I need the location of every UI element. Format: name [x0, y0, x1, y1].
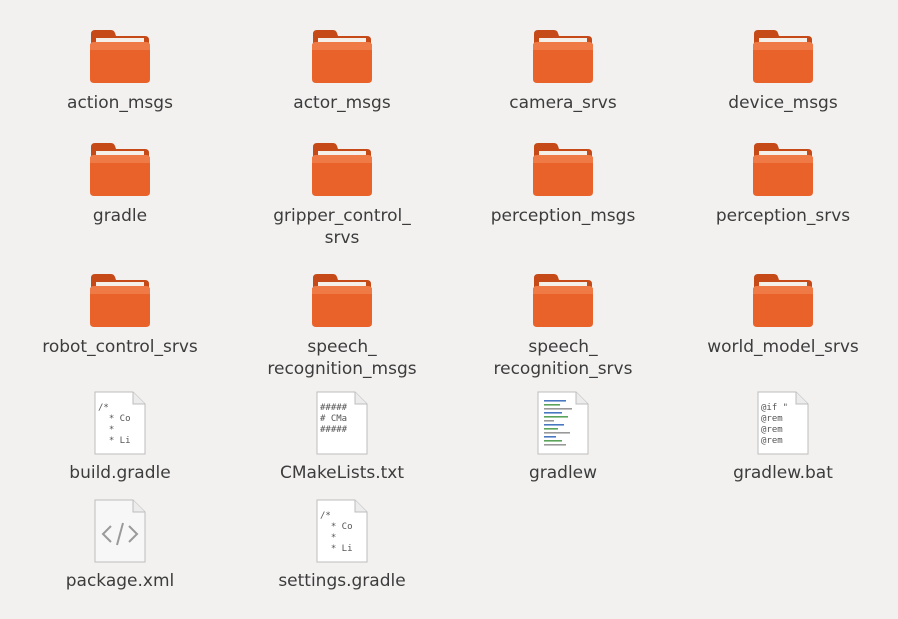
- file-grid: action_msgs actor_msgs camera_srvs devic…: [0, 0, 898, 619]
- file-item[interactable]: gradlew: [458, 390, 668, 484]
- file-name-label: device_msgs: [728, 93, 838, 113]
- folder-icon: [750, 133, 816, 199]
- file-name-label: perception_msgs: [490, 206, 636, 226]
- svg-text:* Co: * Co: [320, 522, 353, 532]
- file-name-label: build.gradle: [69, 463, 171, 483]
- svg-text:#####: #####: [320, 403, 348, 413]
- text-file-icon: /* * Co * * Li: [309, 498, 375, 564]
- file-name-label: speech_ recognition_msgs: [267, 337, 417, 379]
- file-name-label: perception_srvs: [715, 206, 851, 226]
- folder-icon: [87, 264, 153, 330]
- xml-file-icon: [87, 498, 153, 564]
- svg-text:* Li: * Li: [320, 544, 353, 554]
- file-item[interactable]: ##### # CMa ##### CMakeLists.txt: [237, 390, 447, 484]
- folder-item[interactable]: gripper_control_ srvs: [237, 133, 447, 249]
- svg-text:@if ": @if ": [761, 403, 788, 413]
- text-file-icon: @if " @rem @rem @rem: [750, 390, 816, 456]
- file-item[interactable]: @if " @rem @rem @rem gradlew.bat: [678, 390, 888, 484]
- svg-text:*: *: [98, 425, 114, 435]
- svg-text:@rem: @rem: [761, 425, 783, 435]
- svg-text:* Co: * Co: [98, 414, 131, 424]
- file-name-label: camera_srvs: [509, 93, 617, 113]
- file-name-label: settings.gradle: [278, 571, 406, 591]
- folder-icon: [750, 20, 816, 86]
- folder-item[interactable]: camera_srvs: [458, 20, 668, 114]
- folder-item[interactable]: device_msgs: [678, 20, 888, 114]
- svg-text:@rem: @rem: [761, 414, 783, 424]
- file-name-label: gradlew.bat: [733, 463, 833, 483]
- file-name-label: world_model_srvs: [707, 337, 859, 357]
- file-name-label: robot_control_srvs: [42, 337, 198, 357]
- folder-icon: [530, 264, 596, 330]
- folder-icon: [309, 264, 375, 330]
- file-name-label: gradlew: [528, 463, 598, 483]
- file-item[interactable]: /* * Co * * Li settings.gradle: [237, 498, 447, 592]
- file-name-label: gradle: [92, 206, 148, 226]
- file-name-label: action_msgs: [67, 93, 173, 113]
- script-file-icon: [530, 390, 596, 456]
- folder-icon: [309, 133, 375, 199]
- folder-icon: [87, 20, 153, 86]
- text-file-icon: ##### # CMa #####: [309, 390, 375, 456]
- folder-item[interactable]: gradle: [15, 133, 225, 227]
- folder-icon: [309, 20, 375, 86]
- svg-text:@rem: @rem: [761, 436, 783, 446]
- folder-item[interactable]: speech_ recognition_msgs: [237, 264, 447, 380]
- folder-item[interactable]: perception_msgs: [458, 133, 668, 227]
- svg-text:# CMa: # CMa: [320, 414, 347, 424]
- folder-item[interactable]: robot_control_srvs: [15, 264, 225, 358]
- file-name-label: speech_ recognition_srvs: [493, 337, 633, 379]
- folder-item[interactable]: perception_srvs: [678, 133, 888, 227]
- folder-item[interactable]: action_msgs: [15, 20, 225, 114]
- file-name-label: package.xml: [65, 571, 175, 591]
- svg-text:/*: /*: [98, 403, 109, 413]
- folder-item[interactable]: world_model_srvs: [678, 264, 888, 358]
- folder-icon: [87, 133, 153, 199]
- file-name-label: CMakeLists.txt: [279, 463, 405, 483]
- folder-item[interactable]: speech_ recognition_srvs: [458, 264, 668, 380]
- file-item[interactable]: package.xml: [15, 498, 225, 592]
- file-name-label: actor_msgs: [293, 93, 391, 113]
- svg-text:#####: #####: [320, 425, 348, 435]
- file-name-label: gripper_control_ srvs: [273, 206, 411, 248]
- text-file-icon: /* * Co * * Li: [87, 390, 153, 456]
- folder-icon: [530, 20, 596, 86]
- svg-text:* Li: * Li: [98, 436, 131, 446]
- folder-item[interactable]: actor_msgs: [237, 20, 447, 114]
- folder-icon: [750, 264, 816, 330]
- file-item[interactable]: /* * Co * * Li build.gradle: [15, 390, 225, 484]
- svg-text:*: *: [320, 533, 336, 543]
- folder-icon: [530, 133, 596, 199]
- svg-text:/*: /*: [320, 511, 331, 521]
